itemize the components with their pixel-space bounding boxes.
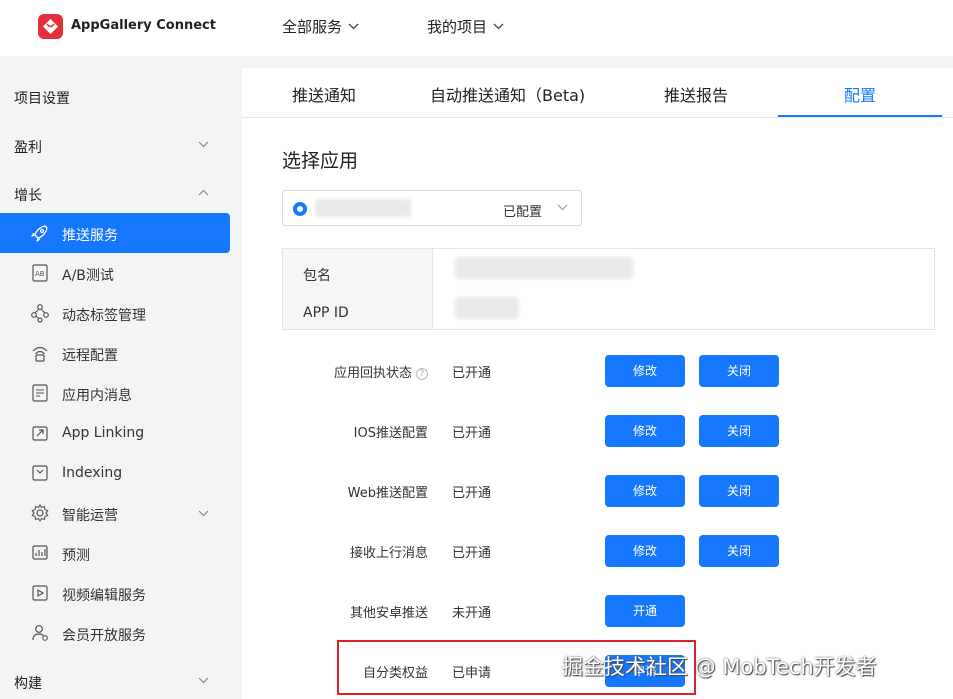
app-config-status: 已配置 bbox=[503, 205, 543, 220]
chevron-down-icon[interactable] bbox=[198, 510, 209, 517]
sidebar-item-label: 动态标签管理 bbox=[62, 308, 146, 324]
row-label-other-android: 其他安卓推送 bbox=[349, 606, 428, 621]
chevron-down-icon bbox=[557, 204, 568, 211]
sidebar-item-indexing[interactable]: Indexing bbox=[0, 453, 230, 493]
tab-bar: 推送通知 自动推送通知（Beta) 推送报告 配置 bbox=[242, 68, 953, 118]
redacted-app-id bbox=[455, 297, 519, 319]
row-status-other-android: 未开通 bbox=[452, 606, 492, 621]
redacted-package-name bbox=[455, 257, 633, 279]
sidebar-item-smart-operations[interactable]: 智能运营 bbox=[0, 493, 230, 533]
sidebar-item-label: 智能运营 bbox=[62, 508, 118, 524]
sidebar-item-ab-test[interactable]: AB A/B测试 bbox=[0, 253, 230, 293]
watermark: 掘金技术社区 @ MobTech开发者 bbox=[562, 655, 877, 679]
modify-button[interactable]: 修改 bbox=[605, 475, 685, 507]
app-name[interactable]: AppGallery Connect bbox=[71, 18, 216, 33]
modify-button[interactable]: 修改 bbox=[605, 355, 685, 387]
close-button[interactable]: 关闭 bbox=[699, 535, 779, 567]
indexing-icon bbox=[32, 465, 48, 481]
row-label-receipt-status: 应用回执状态? bbox=[242, 362, 428, 381]
sidebar-item-label: App Linking bbox=[62, 425, 145, 441]
row-label-web-push: Web推送配置 bbox=[347, 486, 428, 501]
chart-icon bbox=[32, 545, 48, 560]
sidebar-item-member-service[interactable]: 会员开放服务 bbox=[0, 613, 230, 653]
redacted-app-name bbox=[315, 199, 411, 217]
help-icon[interactable]: ? bbox=[416, 368, 428, 380]
sidebar-item-label: 预测 bbox=[62, 548, 90, 564]
app-select-dropdown[interactable]: 已配置 bbox=[282, 190, 582, 226]
tab-configuration[interactable]: 配置 bbox=[844, 82, 876, 106]
sidebar-item-remote-config[interactable]: 远程配置 bbox=[0, 333, 230, 373]
main-panel: 推送通知 自动推送通知（Beta) 推送报告 配置 选择应用 已配置 包名 AP… bbox=[242, 68, 953, 699]
modify-button[interactable]: 修改 bbox=[605, 535, 685, 567]
package-name-label: 包名 bbox=[303, 268, 331, 284]
sidebar-item-video-editing[interactable]: 视频编辑服务 bbox=[0, 573, 230, 613]
row-label-text: 应用回执状态 bbox=[333, 366, 412, 381]
sidebar: 项目设置 盈利 增长 推送服务 AB A/B测试 动态标签管理 远程配置 应用内… bbox=[0, 56, 242, 699]
app-info-box: 包名 APP ID bbox=[282, 248, 935, 330]
chevron-down-icon bbox=[348, 23, 359, 30]
row-label-ios-push: IOS推送配置 bbox=[353, 426, 428, 441]
app-id-label: APP ID bbox=[303, 305, 349, 321]
sidebar-item-label: 应用内消息 bbox=[62, 388, 132, 404]
remote-config-icon bbox=[32, 346, 48, 362]
sidebar-item-label: 视频编辑服务 bbox=[62, 588, 146, 604]
nav-my-projects-label: 我的项目 bbox=[427, 18, 488, 36]
rocket-icon bbox=[31, 225, 48, 242]
tab-auto-push-beta[interactable]: 自动推送通知（Beta) bbox=[430, 82, 585, 106]
sidebar-item-app-linking[interactable]: App Linking bbox=[0, 413, 230, 453]
chevron-down-icon[interactable] bbox=[198, 141, 209, 148]
member-icon bbox=[32, 625, 48, 641]
sidebar-section-growth[interactable]: 增长 bbox=[14, 185, 42, 205]
nav-all-services[interactable]: 全部服务 bbox=[282, 16, 359, 37]
sidebar-item-prediction[interactable]: 预测 bbox=[0, 533, 230, 573]
top-bar: AppGallery Connect 全部服务 我的项目 bbox=[0, 0, 953, 56]
modify-button[interactable]: 修改 bbox=[605, 415, 685, 447]
sidebar-item-in-app-message[interactable]: 应用内消息 bbox=[0, 373, 230, 413]
link-icon bbox=[32, 426, 48, 441]
video-icon bbox=[32, 585, 48, 601]
sidebar-section-project-settings[interactable]: 项目设置 bbox=[14, 88, 70, 108]
svg-text:AB: AB bbox=[35, 270, 45, 278]
sidebar-section-profit[interactable]: 盈利 bbox=[14, 137, 42, 157]
sidebar-item-label: 会员开放服务 bbox=[62, 628, 146, 644]
row-label-upstream-message: 接收上行消息 bbox=[349, 546, 428, 561]
tag-network-icon bbox=[31, 304, 49, 323]
in-app-message-icon bbox=[32, 384, 48, 402]
tab-push-report[interactable]: 推送报告 bbox=[664, 82, 728, 106]
chevron-up-icon[interactable] bbox=[198, 189, 209, 196]
app-info-labels: 包名 APP ID bbox=[283, 249, 433, 329]
sidebar-section-build[interactable]: 构建 bbox=[14, 673, 42, 693]
chevron-down-icon[interactable] bbox=[198, 677, 209, 684]
sidebar-item-dynamic-tags[interactable]: 动态标签管理 bbox=[0, 293, 230, 333]
sidebar-item-label: A/B测试 bbox=[62, 268, 114, 284]
row-status-web: 已开通 bbox=[452, 486, 492, 501]
app-icon bbox=[293, 202, 307, 216]
sidebar-item-label: 推送服务 bbox=[62, 228, 118, 244]
enable-button[interactable]: 开通 bbox=[605, 595, 685, 627]
section-title: 选择应用 bbox=[282, 150, 359, 172]
gear-icon bbox=[31, 504, 49, 522]
tab-push-notifications[interactable]: 推送通知 bbox=[292, 82, 356, 106]
appgallery-logo-icon[interactable] bbox=[38, 14, 63, 39]
close-button[interactable]: 关闭 bbox=[699, 475, 779, 507]
chevron-down-icon bbox=[493, 23, 504, 30]
sidebar-item-label: 远程配置 bbox=[62, 348, 118, 364]
close-button[interactable]: 关闭 bbox=[699, 355, 779, 387]
active-tab-indicator bbox=[778, 115, 942, 117]
sidebar-item-push-service[interactable]: 推送服务 bbox=[0, 213, 230, 253]
close-button[interactable]: 关闭 bbox=[699, 415, 779, 447]
ab-test-icon: AB bbox=[32, 264, 48, 282]
nav-my-projects[interactable]: 我的项目 bbox=[427, 16, 504, 37]
row-status-receipt: 已开通 bbox=[452, 366, 492, 381]
row-status-ios: 已开通 bbox=[452, 426, 492, 441]
sidebar-item-label: Indexing bbox=[62, 465, 123, 481]
row-status-upstream: 已开通 bbox=[452, 546, 492, 561]
nav-all-services-label: 全部服务 bbox=[282, 18, 343, 36]
